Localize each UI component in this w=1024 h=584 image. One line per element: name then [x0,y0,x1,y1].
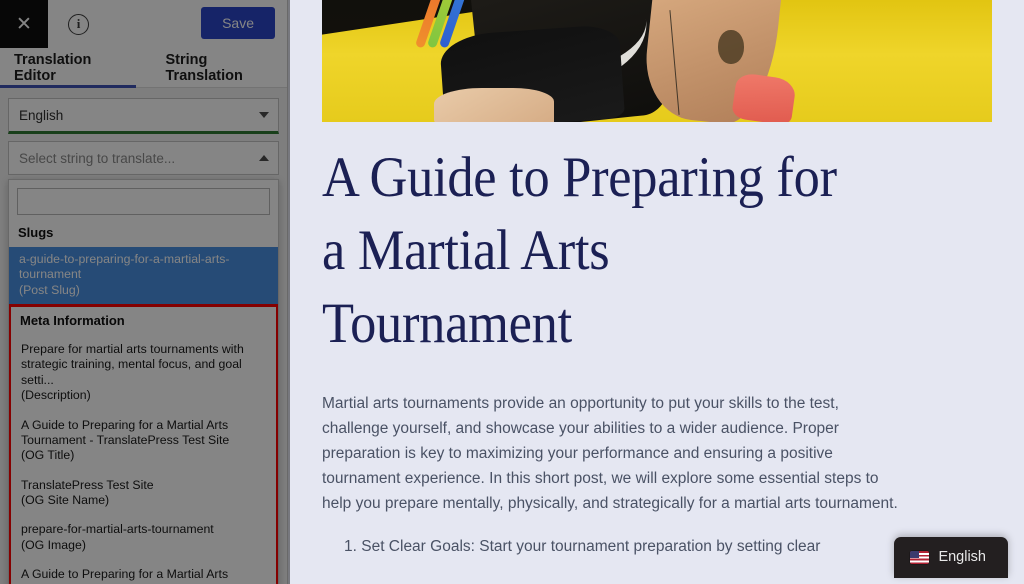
string-select-dropdown: Slugs a-guide-to-preparing-for-a-martial… [8,179,279,584]
option-subtext: (Description) [21,388,91,403]
info-icon[interactable]: i [68,13,89,35]
chevron-down-icon [259,112,269,118]
editor-topbar: ✕ i Save [0,0,287,48]
option-subtext: (OG Image) [21,537,86,552]
option-text: TranslatePress Test Site [21,477,154,492]
string-select-placeholder: Select string to translate... [19,150,176,166]
option-text: A Guide to Preparing for a Martial Arts … [21,567,229,584]
page-title: A Guide to Preparing for a Martial Arts … [322,146,837,355]
list-item[interactable]: prepare-for-martial-arts-tournament (OG … [11,515,276,560]
group-label: Slugs [18,225,54,240]
language-switcher[interactable]: English [894,537,1008,578]
language-select[interactable]: English [8,98,279,134]
editor-tabs: Translation Editor String Translation [0,48,287,88]
option-text: Prepare for martial arts tournaments wit… [21,342,244,387]
dropdown-group-meta-information: Meta Information Prepare for martial art… [9,304,278,584]
translation-editor-sidebar: ✕ i Save Translation Editor String Trans… [0,0,288,584]
article: A Guide to Preparing for a Martial Arts … [322,142,1002,560]
editor-body: English Select string to translate... Sl… [0,88,287,584]
list-item[interactable]: A Guide to Preparing for a Martial Arts … [11,560,276,584]
group-label: Meta Information [20,313,125,329]
app-root: A Guide to Preparing for a Martial Arts … [0,0,1024,584]
site-preview-pane: A Guide to Preparing for a Martial Arts … [290,0,1024,584]
list-item[interactable]: a-guide-to-preparing-for-a-martial-arts-… [9,247,278,305]
list-item[interactable]: Prepare for martial arts tournaments wit… [11,335,276,410]
save-button[interactable]: Save [201,7,275,39]
option-subtext: (OG Site Name) [21,492,110,507]
hero-tattoo [718,30,744,64]
option-subtext: (Post Slug) [19,282,80,297]
language-switcher-label: English [938,549,986,565]
hero-leg [434,88,554,122]
hero-image [322,0,992,122]
search-input[interactable] [17,188,270,215]
list-item[interactable]: A Guide to Preparing for a Martial Arts … [11,411,276,471]
option-text: prepare-for-martial-arts-tournament [21,522,214,537]
chevron-up-icon [259,155,269,161]
option-text: A Guide to Preparing for a Martial Arts … [21,417,230,447]
close-icon[interactable]: ✕ [0,0,48,48]
article-paragraph: Martial arts tournaments provide an oppo… [322,394,898,513]
list-item[interactable]: TranslatePress Test Site (OG Site Name) [11,471,276,516]
tab-translation-editor[interactable]: Translation Editor [0,48,136,88]
tab-string-translation[interactable]: String Translation [152,48,288,87]
article-list: 1. Set Clear Goals: Start your tournamen… [322,534,907,559]
option-subtext: (OG Title) [21,448,75,463]
list-item: 1. Set Clear Goals: Start your tournamen… [344,538,821,556]
language-select-value: English [19,107,64,123]
us-flag-icon [910,550,930,564]
dropdown-group-slugs: Slugs a-guide-to-preparing-for-a-martial… [9,221,278,305]
string-select[interactable]: Select string to translate... [8,141,279,175]
option-text: a-guide-to-preparing-for-a-martial-arts-… [19,252,230,282]
